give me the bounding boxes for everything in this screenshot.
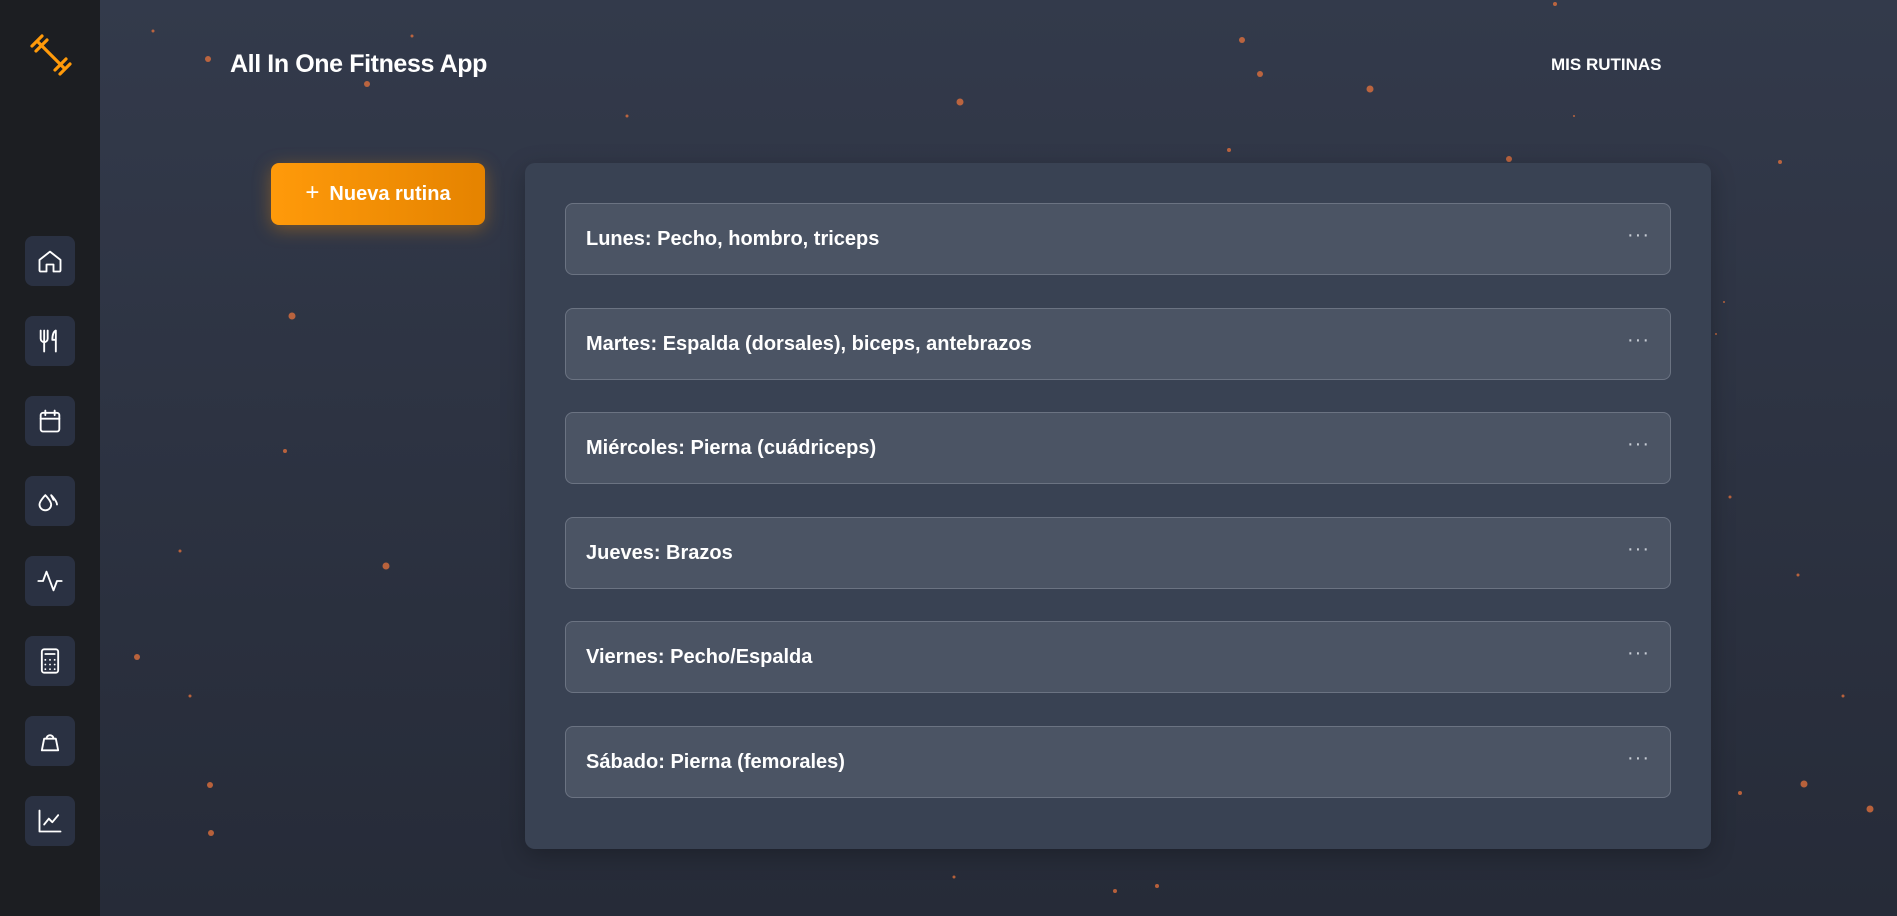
activity-icon	[37, 570, 63, 592]
nav-progress-button[interactable]	[25, 796, 75, 846]
weight-icon	[40, 734, 60, 752]
more-options-icon[interactable]: ···	[1627, 434, 1650, 454]
nav-calendar-button[interactable]	[25, 396, 75, 446]
line-chart-icon	[38, 809, 62, 833]
nav-home-button[interactable]	[25, 236, 75, 286]
nav-activity-button[interactable]	[25, 556, 75, 606]
nav-nutrition-button[interactable]	[25, 316, 75, 366]
routine-item[interactable]: Martes: Espalda (dorsales), biceps, ante…	[565, 308, 1671, 380]
droplets-icon	[38, 494, 58, 512]
home-icon	[38, 250, 62, 273]
routine-name: Martes: Espalda (dorsales), biceps, ante…	[586, 332, 1032, 355]
nav-calculator-button[interactable]	[25, 636, 75, 686]
nav-weight-button[interactable]	[25, 716, 75, 766]
new-routine-button[interactable]: + Nueva rutina	[271, 163, 485, 225]
sidebar	[0, 0, 100, 916]
routine-name: Jueves: Brazos	[586, 541, 733, 564]
routine-name: Sábado: Pierna (femorales)	[586, 750, 845, 773]
routine-name: Lunes: Pecho, hombro, triceps	[586, 227, 880, 250]
routine-item[interactable]: Sábado: Pierna (femorales) ···	[565, 726, 1671, 798]
dumbbell-icon[interactable]	[28, 32, 74, 78]
nav-mis-rutinas-link[interactable]: MIS RUTINAS	[1551, 55, 1662, 75]
more-options-icon[interactable]: ···	[1627, 643, 1650, 663]
routine-item[interactable]: Lunes: Pecho, hombro, triceps ···	[565, 203, 1671, 275]
routines-panel: Lunes: Pecho, hombro, triceps ··· Martes…	[525, 163, 1711, 849]
routine-item[interactable]: Jueves: Brazos ···	[565, 517, 1671, 589]
calculator-icon	[40, 648, 60, 674]
more-options-icon[interactable]: ···	[1627, 330, 1650, 350]
calendar-icon	[39, 409, 61, 433]
utensils-icon	[39, 329, 57, 353]
routine-item[interactable]: Miércoles: Pierna (cuádriceps) ···	[565, 412, 1671, 484]
plus-icon: +	[305, 178, 320, 206]
routine-item[interactable]: Viernes: Pecho/Espalda ···	[565, 621, 1671, 693]
more-options-icon[interactable]: ···	[1627, 225, 1650, 245]
more-options-icon[interactable]: ···	[1627, 748, 1650, 768]
routine-name: Viernes: Pecho/Espalda	[586, 645, 813, 668]
nav-hydration-button[interactable]	[25, 476, 75, 526]
new-routine-label: Nueva rutina	[329, 182, 451, 205]
app-title: All In One Fitness App	[230, 50, 487, 78]
more-options-icon[interactable]: ···	[1627, 539, 1650, 559]
routine-name: Miércoles: Pierna (cuádriceps)	[586, 436, 877, 459]
